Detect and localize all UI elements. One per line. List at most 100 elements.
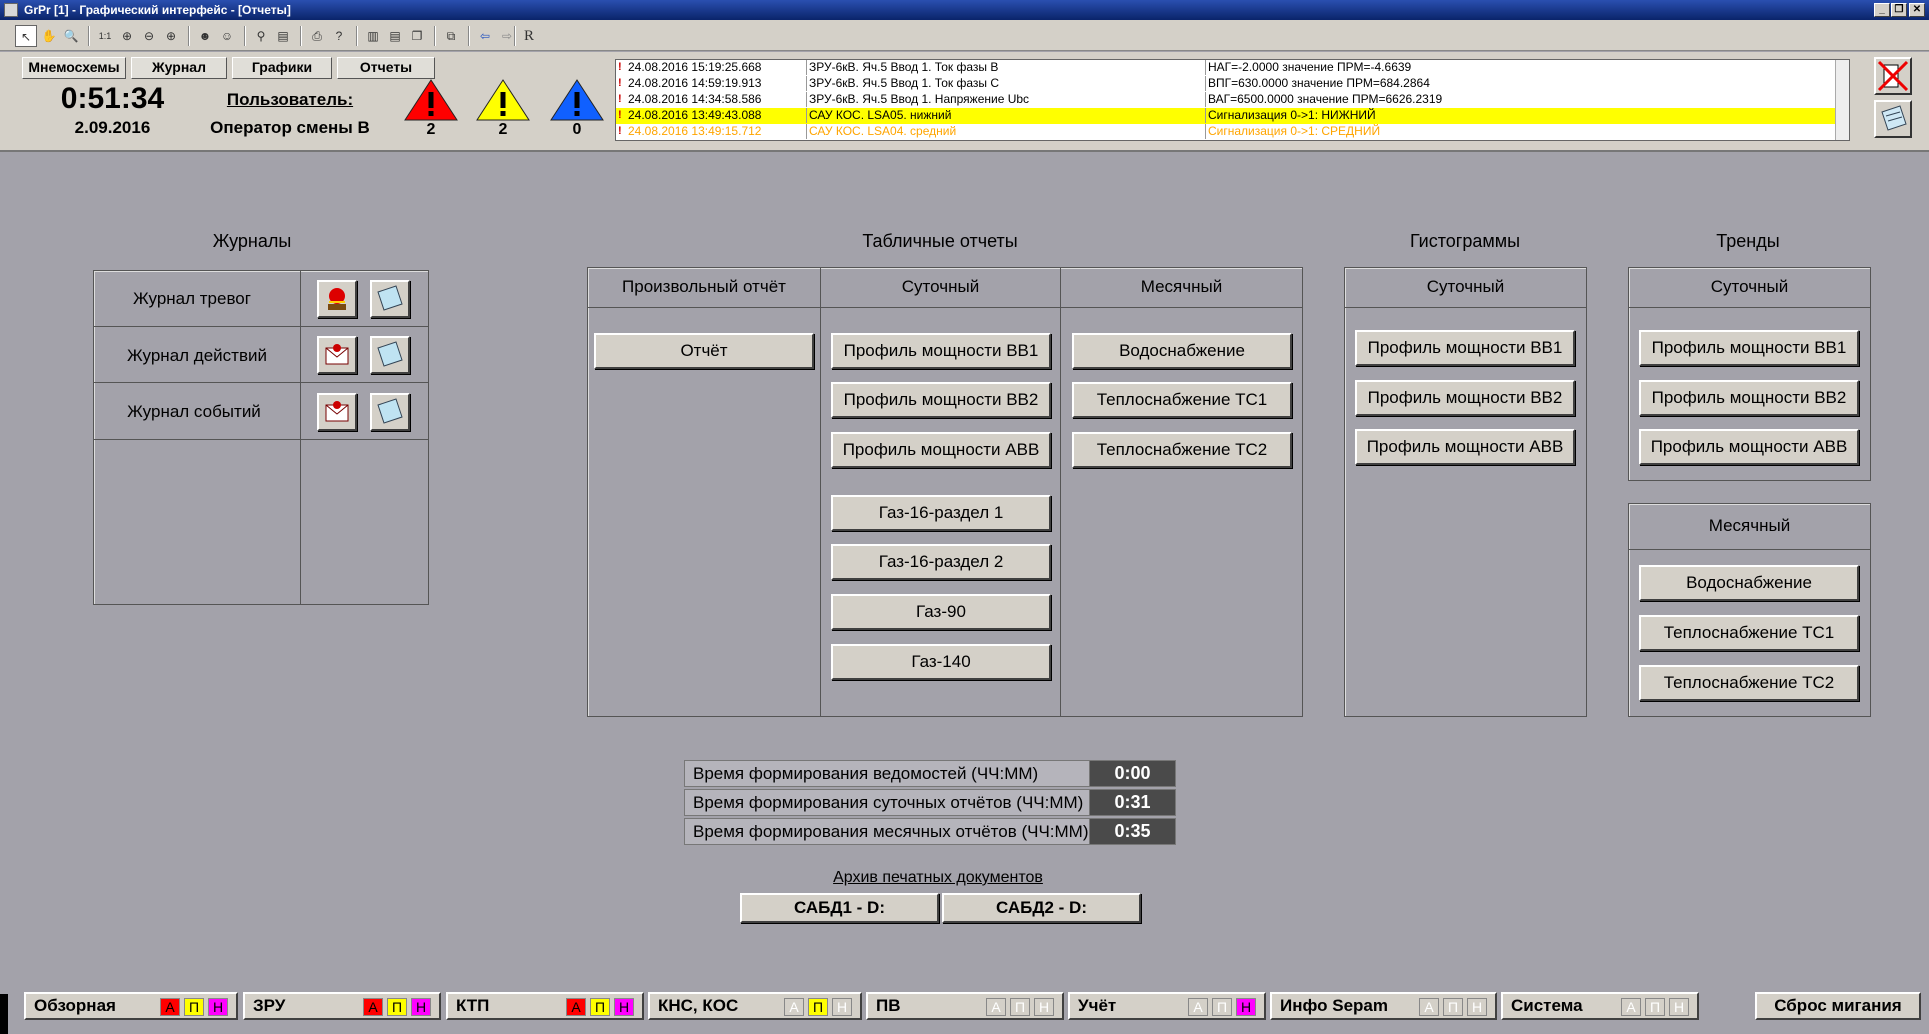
pointer-icon[interactable]: ↖ [15,25,37,47]
status-p-badge: П [590,998,610,1016]
bottom-group-button[interactable]: Учёт А П Н [1068,992,1266,1020]
status-p-badge: П [1212,998,1232,1016]
bottom-group-button[interactable]: Система А П Н [1501,992,1699,1020]
gas-16-section1-button[interactable]: Газ-16-раздел 1 [831,495,1051,531]
trend-power-vv2-button[interactable]: Профиль мощности ВВ2 [1639,380,1859,416]
histogram-power-avv-button[interactable]: Профиль мощности АВВ [1355,429,1575,465]
alarm-yellow-icon[interactable] [475,78,531,122]
monthly-water-button[interactable]: Водоснабжение [1072,333,1292,369]
bottom-group-label: Учёт [1078,996,1117,1015]
journal-alarms-label: Журнал тревог [133,289,251,308]
daily-power-vv1-button[interactable]: Профиль мощности ВВ1 [831,333,1051,369]
daily-power-vv2-button[interactable]: Профиль мощности ВВ2 [831,382,1051,418]
gas-16-section2-button[interactable]: Газ-16-раздел 2 [831,544,1051,580]
archive-sabd2-button[interactable]: САБД2 - D: [942,893,1141,923]
journals-row-divider [94,382,428,383]
mute-button[interactable] [1874,57,1912,95]
journals-title: Журналы [212,231,292,251]
status-a-badge: А [986,998,1006,1016]
bottom-group-button[interactable]: ПВ А П Н [866,992,1064,1020]
timing-monthly-value[interactable]: 0:35 [1089,818,1176,845]
bottom-group-label: Инфо Sepam [1280,996,1388,1015]
journal-actions-open-button[interactable] [317,336,357,374]
journals-row-divider [94,439,428,440]
status-a-badge: А [1419,998,1439,1016]
event-row[interactable]: ! 24.08.2016 15:19:25.668 ЗРУ-6кВ. Яч.5 Вв… [616,60,1849,76]
bottom-group-button[interactable]: КТП А П Н [446,992,644,1020]
arrange-icon[interactable]: ⧉ [440,25,462,47]
bottom-group-button[interactable]: Инфо Sepam А П Н [1270,992,1497,1020]
journal-actions-notes-button[interactable] [370,336,410,374]
hand-icon[interactable]: ✋ [38,25,60,47]
event-row[interactable]: ! 24.08.2016 13:49:43.088 САУ КОС. LSA05. … [616,108,1849,124]
journal-events-open-button[interactable] [317,393,357,431]
trends-daily-panel: Суточный Профиль мощности ВВ1 Профиль мо… [1628,267,1871,481]
help-icon[interactable]: ? [328,25,350,47]
journal-alarms-open-button[interactable] [317,280,357,318]
timing-statements-value[interactable]: 0:00 [1089,760,1176,787]
tab-journal[interactable]: Журнал [131,57,227,79]
monthly-heat-ts2-button[interactable]: Теплоснабжение ТС2 [1072,432,1292,468]
event-datetime: 24.08.2016 13:49:15.712 [628,124,762,138]
report-button[interactable]: Отчёт [594,333,814,369]
histogram-power-vv1-button[interactable]: Профиль мощности ВВ1 [1355,330,1575,366]
event-datetime: 24.08.2016 14:59:19.913 [628,76,762,90]
bottom-group-button[interactable]: КНС, КОС А П Н [648,992,862,1020]
window-list-icon[interactable]: ▤ [272,25,294,47]
status-p-badge: П [808,998,828,1016]
magnifier-icon[interactable]: 🔍 [60,25,82,47]
zoom-fit-icon[interactable]: ⊕ [116,25,138,47]
timing-daily-value[interactable]: 0:31 [1089,789,1176,816]
tab-reports[interactable]: Отчеты [337,57,435,79]
status-a-badge: А [1188,998,1208,1016]
bottom-group-button[interactable]: Обзорная А П Н [24,992,238,1020]
event-row[interactable]: ! 24.08.2016 14:34:58.586 ЗРУ-6кВ. Яч.5 Вв… [616,92,1849,108]
event-rows: ! 24.08.2016 15:19:25.668 ЗРУ-6кВ. Яч.5 Вв… [616,60,1849,140]
zoom-in-icon[interactable]: ⊕ [160,25,182,47]
print-icon[interactable]: ⎙ [306,25,328,47]
monthly-heat-ts1-button[interactable]: Теплоснабжение ТС1 [1072,382,1292,418]
back-arrow-icon[interactable]: ⇦ [474,25,496,47]
event-list[interactable]: ! 24.08.2016 15:19:25.668 ЗРУ-6кВ. Яч.5 Вв… [615,59,1850,141]
gas-140-button[interactable]: Газ-140 [831,644,1051,680]
bottom-group-button[interactable]: ЗРУ А П Н [243,992,441,1020]
trend-power-avv-button[interactable]: Профиль мощности АВВ [1639,429,1859,465]
trend-water-button[interactable]: Водоснабжение [1639,565,1859,601]
histogram-power-vv2-button[interactable]: Профиль мощности ВВ2 [1355,380,1575,416]
restore-button[interactable]: ❐ [1891,3,1907,17]
event-scrollbar[interactable] [1835,60,1849,140]
tab-mnemoschemes[interactable]: Мнемосхемы [22,57,126,79]
reset-blink-button[interactable]: Сброс мигания [1755,992,1921,1020]
trend-heat-ts1-button[interactable]: Теплоснабжение ТС1 [1639,615,1859,651]
notebook-button[interactable] [1874,100,1912,138]
col-divider [1060,268,1061,716]
tab-graphs[interactable]: Графики [232,57,332,79]
histograms-title: Гистограммы [1409,231,1521,251]
r-button[interactable]: R [518,25,540,47]
daily-power-avv-button[interactable]: Профиль мощности АВВ [831,432,1051,468]
user-label[interactable]: Пользователь: [210,90,370,110]
event-row[interactable]: ! 24.08.2016 13:49:15.712 САУ КОС. LSA04. … [616,124,1849,140]
table-reports-panel: Произвольный отчёт Суточный Месячный Отч… [587,267,1303,717]
zoom-actual-icon[interactable]: 1:1 [94,25,116,47]
journal-events-notes-button[interactable] [370,393,410,431]
event-row[interactable]: ! 24.08.2016 14:59:19.913 ЗРУ-6кВ. Яч.5 Вв… [616,76,1849,92]
trend-heat-ts2-button[interactable]: Теплоснабжение ТС2 [1639,665,1859,701]
journal-alarms-notes-button[interactable] [370,280,410,318]
alarm-blue-icon[interactable] [549,78,605,122]
close-button[interactable]: ✕ [1909,3,1925,17]
binoculars-icon[interactable]: ⚲ [250,25,272,47]
archive-title[interactable]: Архив печатных документов [738,869,1138,887]
user-icon[interactable]: ☻ [194,25,216,47]
cascade-icon[interactable]: ❐ [406,25,428,47]
trend-power-vv1-button[interactable]: Профиль мощности ВВ1 [1639,330,1859,366]
minimize-button[interactable]: _ [1874,3,1890,17]
tile-horizontal-icon[interactable]: ▤ [384,25,406,47]
users-icon[interactable]: ☺ [216,25,238,47]
archive-sabd1-button[interactable]: САБД1 - D: [740,893,939,923]
event-tag: САУ КОС. LSA04. средний [806,124,1206,139]
zoom-out-icon[interactable]: ⊖ [138,25,160,47]
tile-vertical-icon[interactable]: ▥ [362,25,384,47]
alarm-red-icon[interactable] [403,78,459,122]
gas-90-button[interactable]: Газ-90 [831,594,1051,630]
